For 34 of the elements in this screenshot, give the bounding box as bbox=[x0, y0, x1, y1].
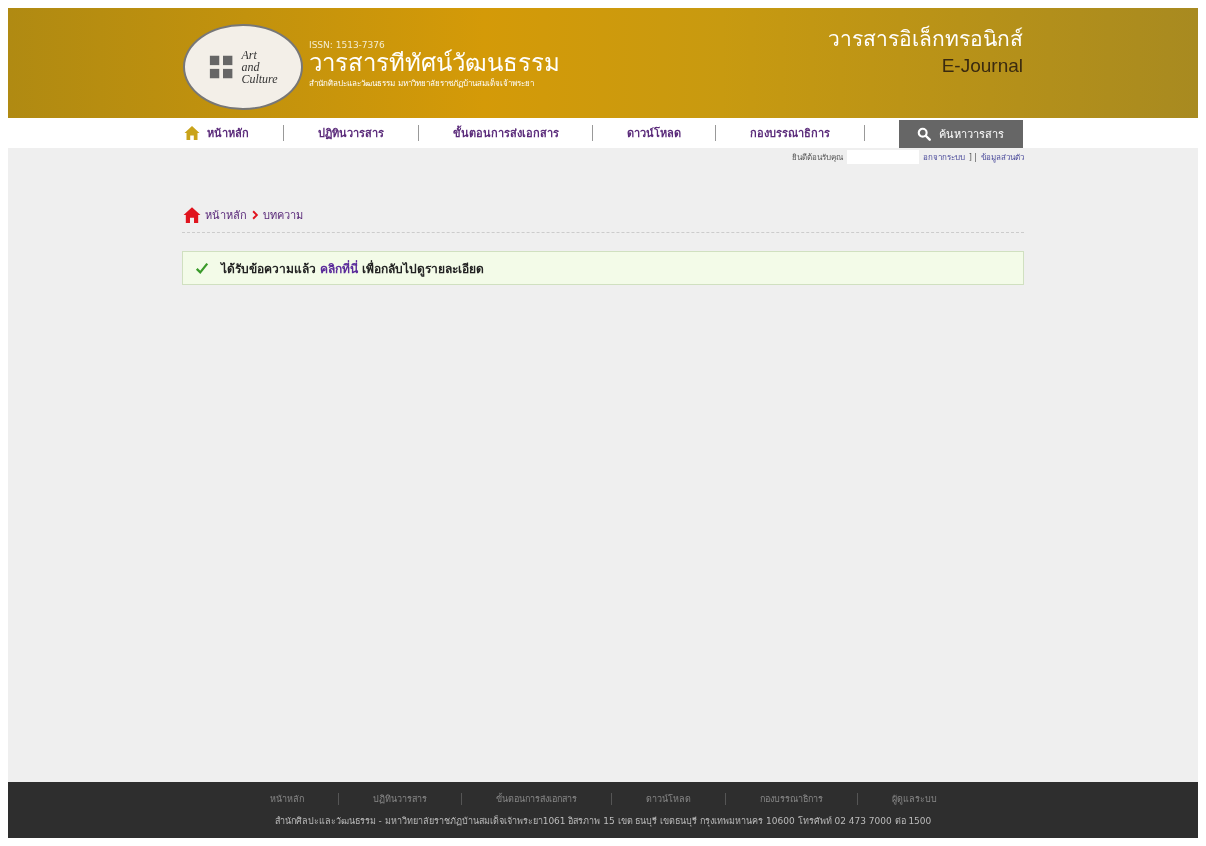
logo-text: and bbox=[241, 61, 261, 73]
logo-text: Art bbox=[241, 49, 258, 61]
footer-link[interactable]: ดาวน์โหลด bbox=[645, 792, 691, 806]
footer-link[interactable]: กองบรรณาธิการ bbox=[759, 792, 823, 806]
logout-link[interactable]: อกจากระบบ bbox=[922, 150, 965, 164]
search-icon bbox=[917, 127, 932, 141]
home-icon bbox=[183, 125, 201, 141]
check-icon bbox=[195, 261, 209, 275]
footer-link[interactable]: ผู้ดูแลระบบ bbox=[891, 792, 937, 806]
issn-text: ISSN: 1513-7376 bbox=[309, 40, 385, 51]
click-here-link[interactable]: คลิกที่นี่ bbox=[320, 261, 359, 276]
footer-link[interactable]: ปฏิทินวารสาร bbox=[372, 792, 427, 806]
separator-text: ] | bbox=[968, 152, 977, 162]
footer-link[interactable]: ขั้นตอนการส่งเอกสาร bbox=[495, 792, 577, 806]
journal-subtitle: สำนักศิลปะและวัฒนธรรม มหาวิทยาลัยราชภัฏบ้านสมเด็จเจ้าพระยา bbox=[309, 77, 535, 90]
welcome-text: ยินดีต้อนรับคุณ bbox=[791, 151, 843, 164]
home-icon bbox=[182, 206, 202, 224]
nav-link[interactable]: ขั้นตอนการส่งเอกสาร bbox=[452, 124, 559, 142]
search-button[interactable]: ค้นหาวารสาร bbox=[898, 120, 1023, 148]
chevron-icon bbox=[250, 209, 260, 221]
profile-link[interactable]: ข้อมูลส่วนตัว bbox=[981, 150, 1024, 164]
footer-link[interactable]: หน้าหลัก bbox=[269, 792, 304, 806]
breadcrumb-link[interactable]: บทความ bbox=[263, 206, 303, 224]
alert-message: ได้รับข้อความแล้ว คลิกที่นี่ เพื่อกลับไปดูรายละเอียด bbox=[221, 259, 485, 278]
nav-link[interactable]: ปฏิทินวารสาร bbox=[317, 124, 384, 142]
breadcrumb-link[interactable]: หน้าหลัก bbox=[205, 206, 247, 224]
nav-link[interactable]: ดาวน์โหลด bbox=[627, 124, 682, 142]
nav-link[interactable]: กองบรรณาธิการ bbox=[750, 124, 831, 142]
footer-address: สำนักศิลปะและวัฒนธรรม - มหาวิทยาลัยราชภัฏบ้านสมเด็จเจ้าพระยา1061 อิสรภาพ 15 เขต ธนบุรี เขตธนบุรี กรุงเทพมหานคร 10600 โทรศัพท์ 02 473 7000 ต่อ 1500 bbox=[274, 814, 932, 828]
logo-text: Culture bbox=[241, 73, 278, 85]
journal-title: วารสารทีทัศน์วัฒนธรรม bbox=[309, 50, 560, 77]
ejournal-thai-title: วารสารอิเล็กทรอนิกส์ bbox=[828, 24, 1023, 53]
ejournal-title: E-Journal bbox=[941, 55, 1023, 77]
nav-link[interactable]: หน้าหลัก bbox=[183, 124, 249, 142]
